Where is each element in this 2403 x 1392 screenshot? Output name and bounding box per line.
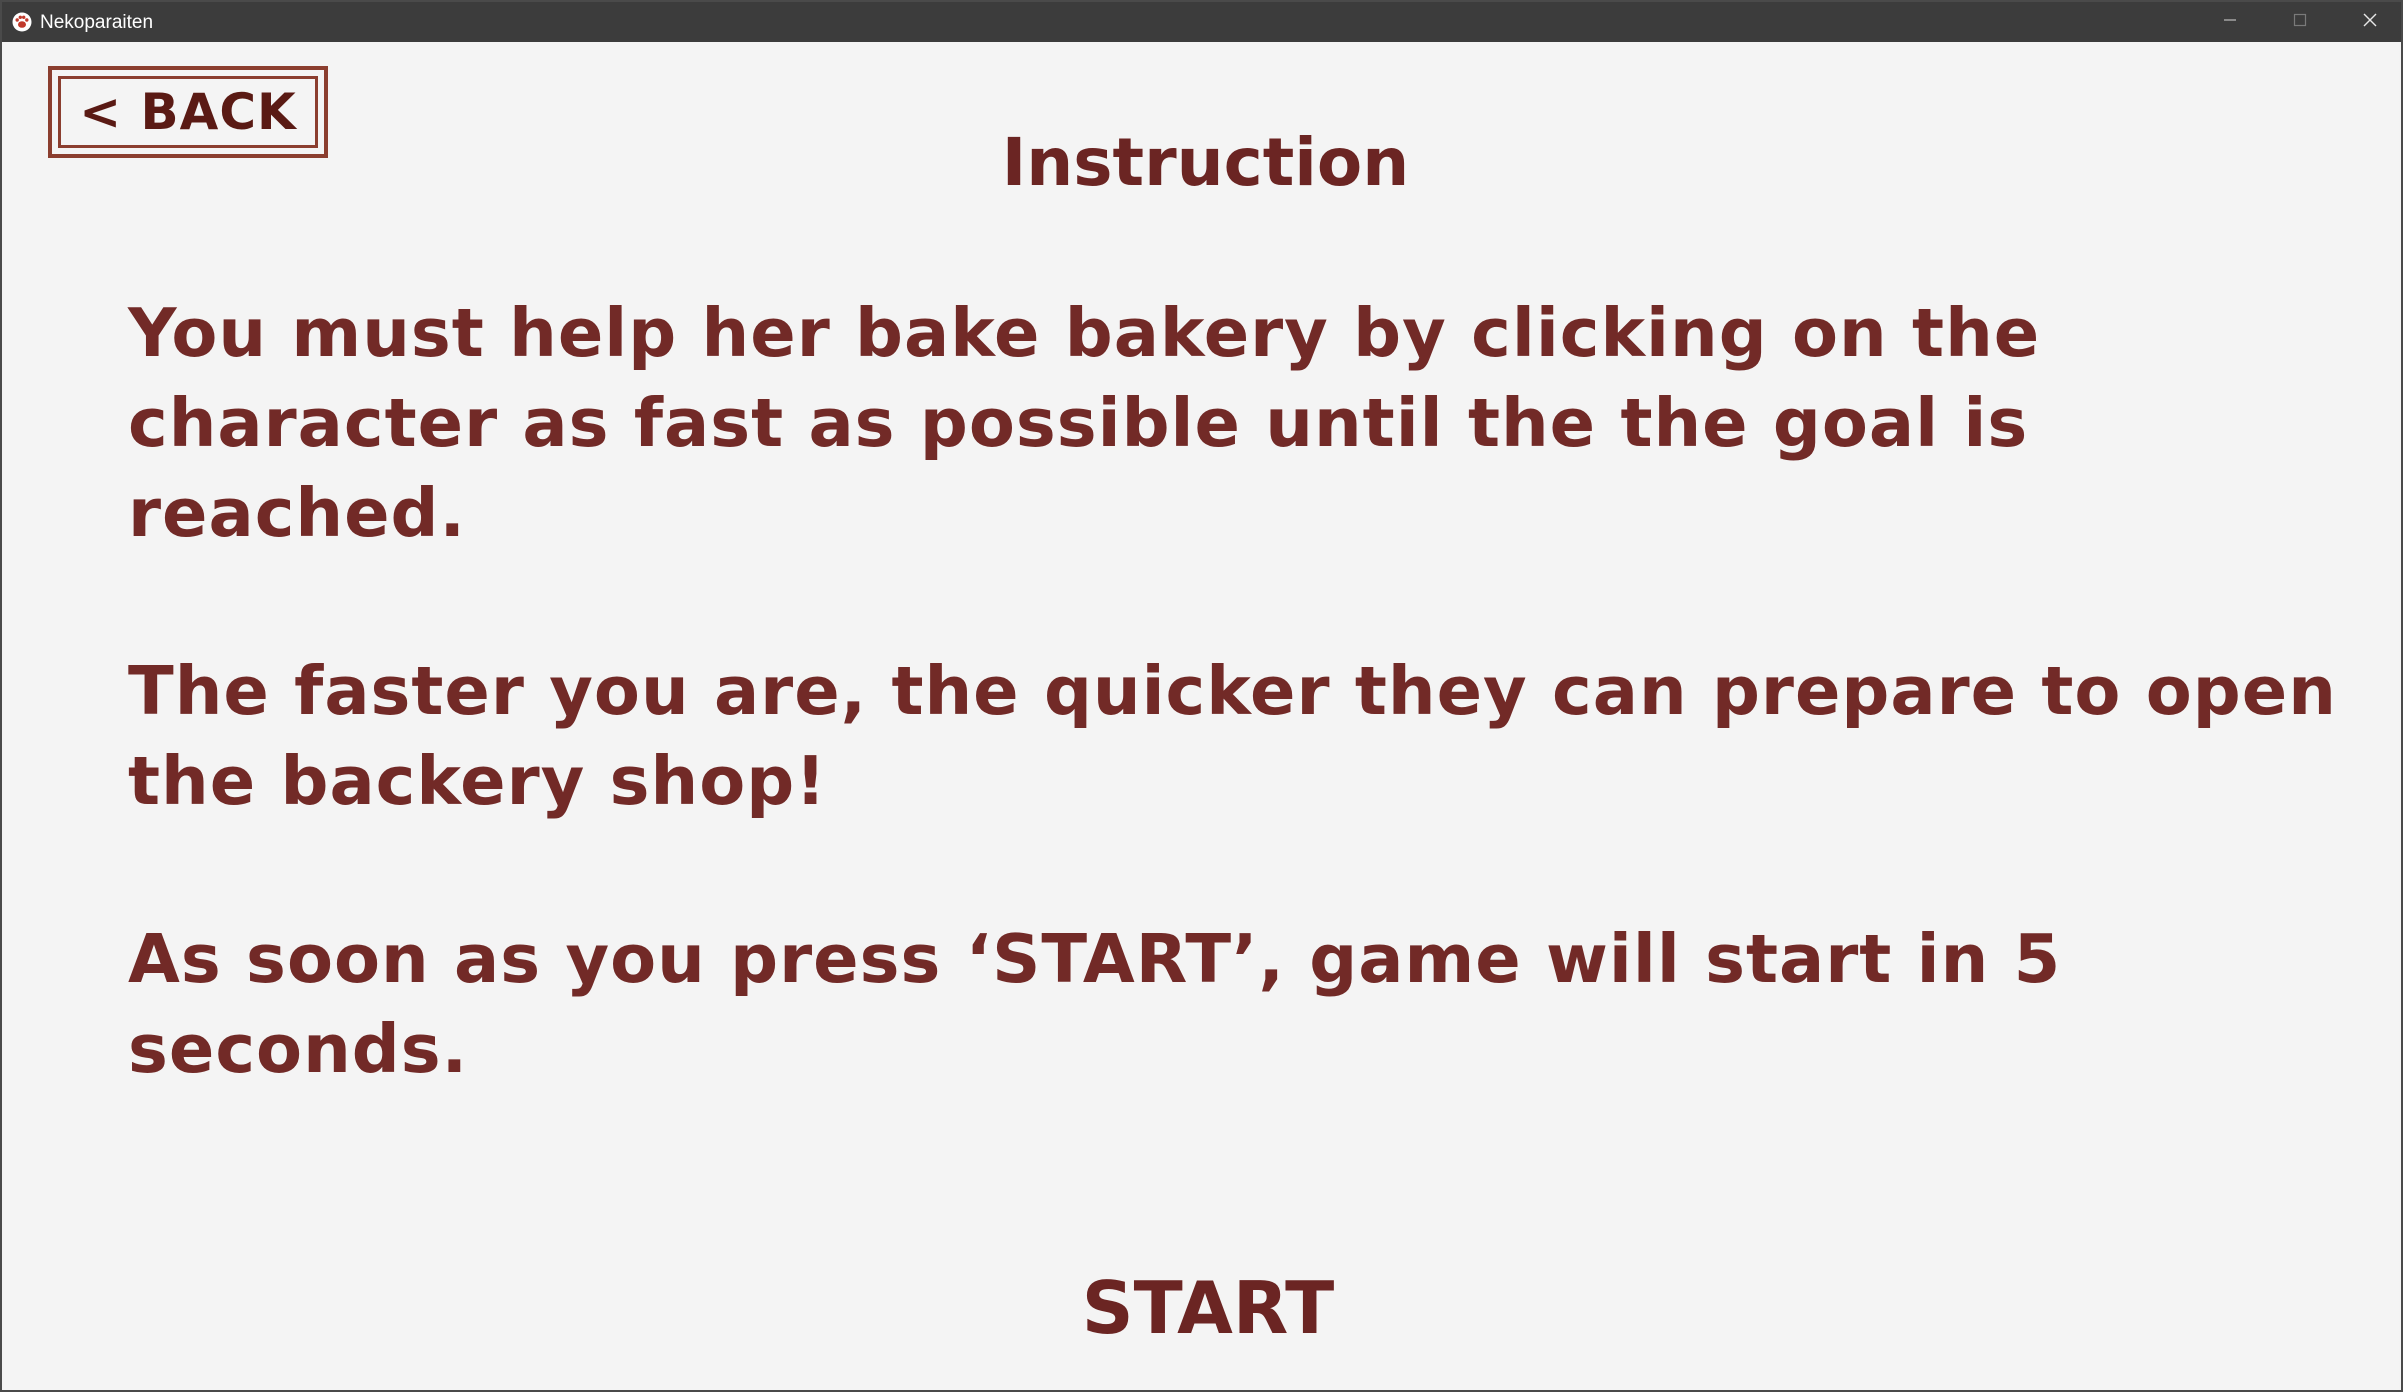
- minimize-icon: [2222, 12, 2238, 33]
- app-window: Nekoparaiten < BACK Instruction You must…: [0, 0, 2403, 1392]
- paw-icon: [12, 12, 32, 32]
- window-title: Nekoparaiten: [40, 12, 154, 33]
- close-icon: [2361, 11, 2379, 34]
- instruction-paragraph: As soon as you press ‘START’, game will …: [128, 920, 2062, 1088]
- instruction-screen: < BACK Instruction You must help her bak…: [4, 42, 2399, 1390]
- instructions-text: You must help her bake bakery by clickin…: [128, 288, 2368, 1182]
- minimize-button[interactable]: [2195, 2, 2265, 42]
- close-button[interactable]: [2335, 2, 2403, 42]
- start-button-label: START: [1081, 1266, 1335, 1350]
- maximize-icon: [2292, 12, 2308, 33]
- instruction-paragraph: The faster you are, the quicker they can…: [128, 652, 2337, 820]
- title-bar[interactable]: Nekoparaiten: [2, 2, 2401, 42]
- page-title: Instruction: [1001, 124, 1410, 201]
- start-button[interactable]: START: [1082, 1266, 1334, 1350]
- instruction-paragraph: You must help her bake bakery by clickin…: [128, 294, 2041, 552]
- maximize-button[interactable]: [2265, 2, 2335, 42]
